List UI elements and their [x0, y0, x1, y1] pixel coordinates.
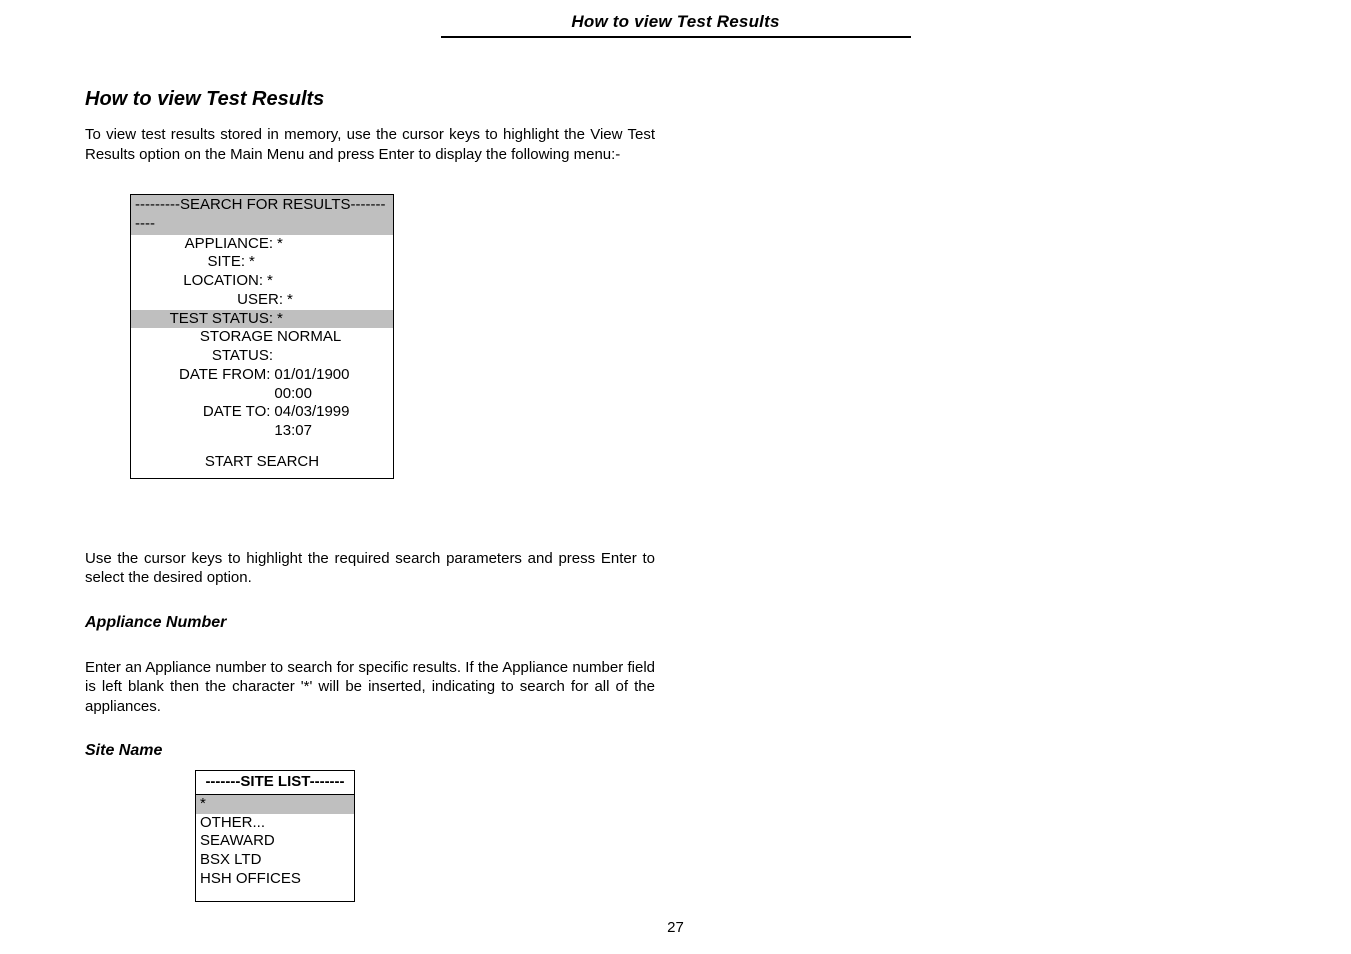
label-date-to: DATE TO:	[135, 403, 274, 441]
value-storage-status: NORMAL	[277, 328, 341, 366]
value-appliance: *	[277, 235, 283, 254]
site-list-item: BSX LTD	[196, 851, 354, 870]
intro-paragraph: To view test results stored in memory, u…	[85, 125, 655, 164]
section-title: How to view Test Results	[85, 88, 655, 111]
field-location: LOCATION: *	[131, 272, 393, 291]
label-location: LOCATION:	[135, 272, 267, 291]
value-user: *	[287, 291, 293, 310]
header-rule	[441, 36, 911, 38]
label-date-from: DATE FROM:	[135, 366, 274, 404]
site-list-item-selected: *	[196, 795, 354, 814]
field-user: USER: *	[131, 291, 393, 310]
search-box-header: ---------SEARCH FOR RESULTS-----------	[131, 195, 393, 235]
page-number: 27	[0, 919, 1351, 936]
label-user: USER:	[135, 291, 287, 310]
site-name-title: Site Name	[85, 742, 655, 760]
site-list-header: -------SITE LIST-------	[196, 771, 354, 795]
label-site: SITE:	[135, 253, 249, 272]
field-storage-status: STORAGE STATUS: NORMAL	[131, 328, 393, 366]
site-list-box: -------SITE LIST------- * OTHER... SEAWA…	[195, 770, 355, 902]
value-test-status: *	[277, 310, 283, 329]
label-appliance: APPLIANCE:	[135, 235, 277, 254]
site-list-item: OTHER...	[196, 814, 354, 833]
field-appliance: APPLIANCE: *	[131, 235, 393, 254]
start-search: START SEARCH	[131, 441, 393, 478]
page-header-title: How to view Test Results	[571, 12, 779, 32]
field-site: SITE: *	[131, 253, 393, 272]
field-date-from: DATE FROM: 01/01/1900 00:00	[131, 366, 393, 404]
value-site: *	[249, 253, 255, 272]
field-test-status: TEST STATUS: *	[131, 310, 393, 329]
site-list-item: HSH OFFICES	[196, 870, 354, 889]
value-location: *	[267, 272, 273, 291]
value-date-to: 04/03/1999 13:07	[274, 403, 389, 441]
site-list-item: SEAWARD	[196, 832, 354, 851]
field-date-to: DATE TO: 04/03/1999 13:07	[131, 403, 393, 441]
label-storage-status: STORAGE STATUS:	[135, 328, 277, 366]
search-results-box: ---------SEARCH FOR RESULTS----------- A…	[130, 194, 394, 479]
after-box-paragraph: Use the cursor keys to highlight the req…	[85, 549, 655, 588]
value-date-from: 01/01/1900 00:00	[274, 366, 389, 404]
label-test-status: TEST STATUS:	[135, 310, 277, 329]
appliance-number-body: Enter an Appliance number to search for …	[85, 658, 655, 717]
appliance-number-title: Appliance Number	[85, 614, 655, 632]
